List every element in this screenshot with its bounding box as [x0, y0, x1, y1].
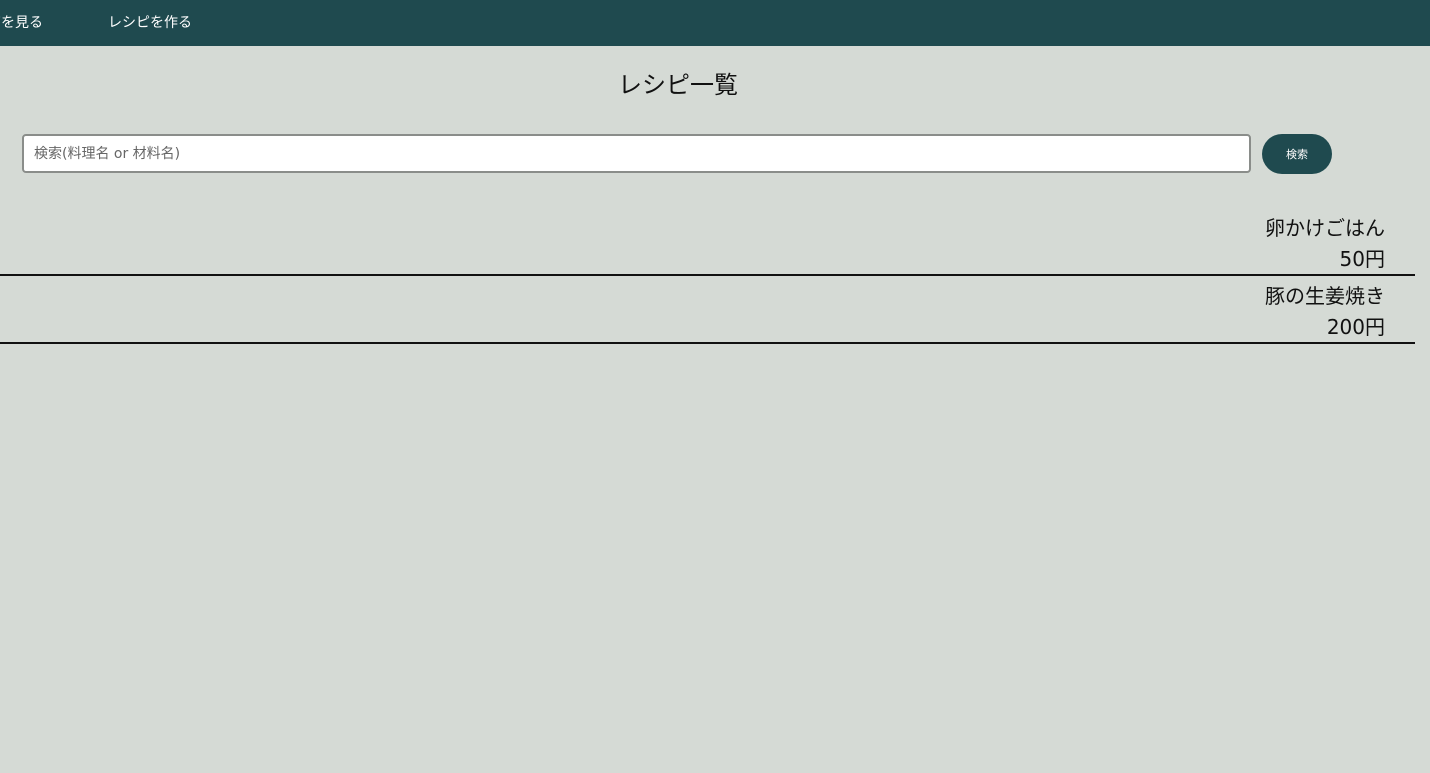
recipe-name: 卵かけごはん [1265, 216, 1385, 240]
nav-link-view-recipes[interactable]: ピを見る [0, 14, 43, 32]
nav-link-create-recipe[interactable]: レシピを作る [108, 14, 192, 32]
top-navbar: ピを見る レシピを作る [0, 0, 1430, 46]
search-button[interactable]: 検索 [1262, 134, 1332, 174]
recipe-price: 200円 [1326, 315, 1385, 339]
search-input[interactable] [22, 134, 1251, 173]
recipe-name: 豚の生姜焼き [1265, 284, 1385, 308]
recipe-list: 卵かけごはん 50円 豚の生姜焼き 200円 [0, 208, 1415, 344]
recipe-price: 50円 [1339, 247, 1385, 271]
recipe-list-item[interactable]: 豚の生姜焼き 200円 [0, 276, 1415, 344]
page-title: レシピ一覧 [618, 71, 738, 99]
recipe-list-item[interactable]: 卵かけごはん 50円 [0, 208, 1415, 276]
